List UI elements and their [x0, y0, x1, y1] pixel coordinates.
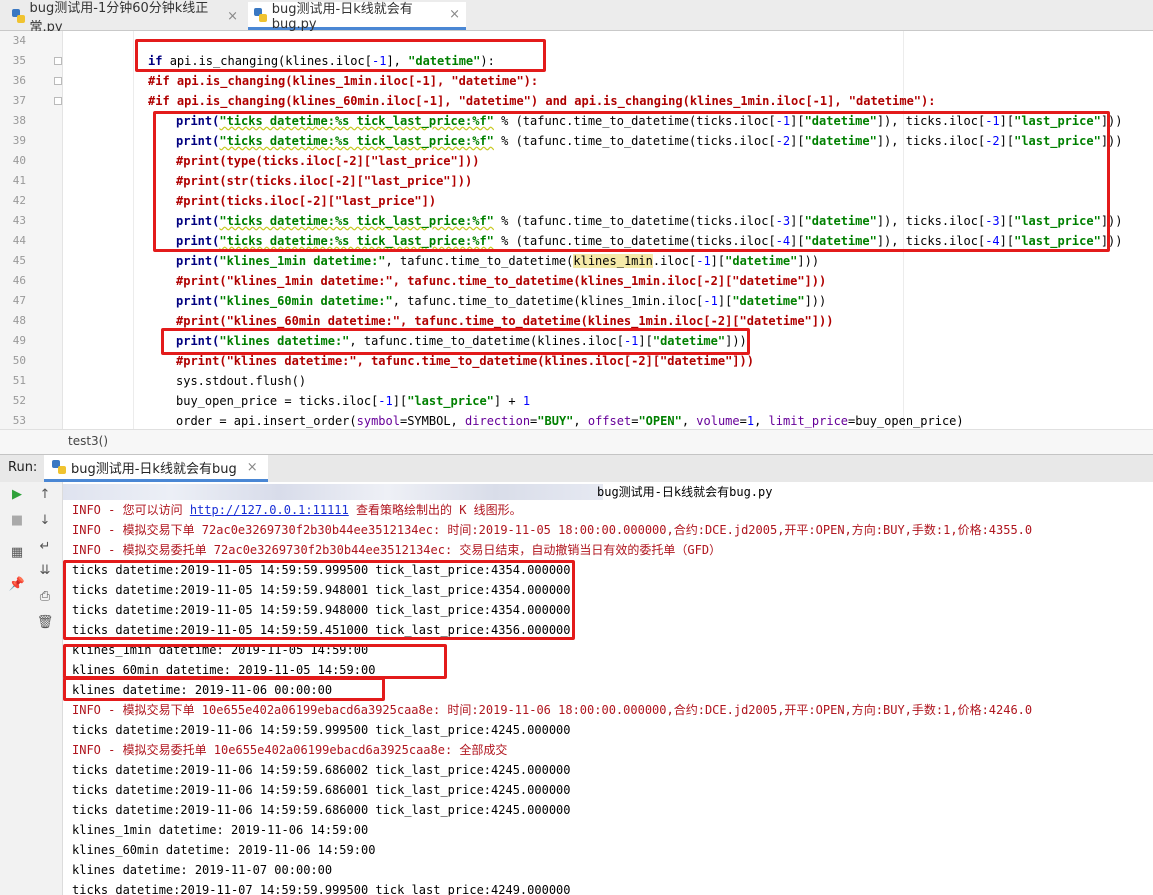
console-line: bug测试用-日k线就会有bug.py	[597, 485, 773, 499]
code-line-38: print("ticks datetime:%s tick_last_price…	[176, 114, 1123, 128]
scroll-to-end-icon[interactable]: ⇊	[36, 562, 54, 580]
line-number: 41	[12, 174, 26, 187]
code-line-49: print("klines datetime:", tafunc.time_to…	[176, 334, 747, 348]
console-output[interactable]: bug测试用-日k线就会有bug.py INFO - 您可以访问 http://…	[63, 482, 1153, 895]
python-file-icon	[254, 7, 267, 22]
stop-icon[interactable]: ■	[8, 512, 26, 530]
tab-label: bug测试用-日k线就会有bug.py	[271, 1, 413, 32]
console-line: ticks datetime:2019-11-07 14:59:59.99950…	[72, 883, 571, 895]
console-line: INFO - 模拟交易下单 72ac0e3269730f2b30b44ee351…	[72, 523, 1033, 537]
console-line: klines_1min datetime: 2019-11-05 14:59:0…	[72, 643, 369, 657]
breadcrumb-function[interactable]: test3()	[68, 434, 108, 448]
breadcrumb[interactable]: test3()	[0, 429, 1153, 454]
line-number: 53	[12, 414, 26, 427]
run-config-tab[interactable]: bug测试用-日k线就会有bug ×	[44, 455, 268, 482]
line-number: 45	[12, 254, 26, 267]
scroll-down-icon[interactable]: ↓	[36, 512, 54, 530]
line-number: 42	[12, 194, 26, 207]
line-number: 48	[12, 314, 26, 327]
run-config-label: bug测试用-日k线就会有bug	[71, 461, 237, 477]
run-icon[interactable]: ▶	[8, 486, 26, 504]
fold-marker-icon[interactable]	[54, 97, 62, 105]
line-number: 38	[12, 114, 26, 127]
code-editor[interactable]: 34 35 36 37 38 39 40 41 42 43 44 45 46 4…	[0, 31, 1153, 429]
code-line-48: #print("klines_60min datetime:", tafunc.…	[176, 314, 834, 328]
line-number: 39	[12, 134, 26, 147]
console-line: INFO - 您可以访问 http://127.0.0.1:11111 查看策略…	[72, 503, 522, 517]
code-line-36: #if api.is_changing(klines_1min.iloc[-1]…	[148, 74, 539, 88]
console-line: klines datetime: 2019-11-06 00:00:00	[72, 683, 333, 697]
print-icon[interactable]: ⎙	[36, 588, 54, 606]
line-number: 36	[12, 74, 26, 87]
code-line-40: #print(type(ticks.iloc[-2]["last_price"]…	[176, 154, 480, 168]
code-line-51: sys.stdout.flush()	[176, 374, 307, 388]
scroll-up-icon[interactable]: ↑	[36, 486, 54, 504]
console-line: ticks datetime:2019-11-05 14:59:59.45100…	[72, 623, 571, 637]
console-line: klines datetime: 2019-11-07 00:00:00	[72, 863, 333, 877]
line-number: 44	[12, 234, 26, 247]
code-line-43: print("ticks datetime:%s tick_last_price…	[176, 214, 1123, 228]
code-line-41: #print(str(ticks.iloc[-2]["last_price"])…	[176, 174, 473, 188]
code-line-53: order = api.insert_order(symbol=SYMBOL, …	[176, 414, 964, 428]
code-line-42: #print(ticks.iloc[-2]["last_price"])	[176, 194, 437, 208]
close-icon[interactable]: ×	[247, 460, 258, 475]
python-file-icon	[52, 460, 66, 474]
tab-daily-kline-file[interactable]: bug测试用-日k线就会有bug.py ×	[248, 1, 466, 32]
line-number: 46	[12, 274, 26, 287]
python-file-icon	[12, 9, 25, 23]
line-number: 35	[12, 54, 26, 67]
console-line: INFO - 模拟交易下单 10e655e402a06199ebacd6a392…	[72, 703, 1033, 717]
run-tool-window-header: Run: bug测试用-日k线就会有bug ×	[0, 454, 1153, 483]
code-line-50: #print("klines datetime:", tafunc.time_t…	[176, 354, 754, 368]
line-number: 43	[12, 214, 26, 227]
console-line: INFO - 模拟交易委托单 10e655e402a06199ebacd6a39…	[72, 743, 508, 757]
line-number: 47	[12, 294, 26, 307]
console-line: ticks datetime:2019-11-06 14:59:59.68600…	[72, 763, 571, 777]
console-line: klines_60min datetime: 2019-11-05 14:59:…	[72, 663, 376, 677]
pin-icon[interactable]: 📌	[8, 576, 26, 594]
code-line-46: #print("klines_1min datetime:", tafunc.t…	[176, 274, 827, 288]
close-icon[interactable]: ×	[227, 9, 238, 24]
redacted-path	[63, 484, 603, 500]
line-number-gutter: 34 35 36 37 38 39 40 41 42 43 44 45 46 4…	[0, 31, 63, 429]
chart-link[interactable]: http://127.0.0.1:11111	[190, 503, 349, 517]
line-number: 51	[12, 374, 26, 387]
code-line-45: print("klines_1min datetime:", tafunc.ti…	[176, 254, 820, 268]
line-number: 50	[12, 354, 26, 367]
code-line-37: #if api.is_changing(klines_60min.iloc[-1…	[148, 94, 936, 108]
code-line-39: print("ticks datetime:%s tick_last_price…	[176, 134, 1123, 148]
code-line-47: print("klines_60min datetime:", tafunc.t…	[176, 294, 827, 308]
code-line-52: buy_open_price = ticks.iloc[-1]["last_pr…	[176, 394, 531, 408]
console-line: ticks datetime:2019-11-05 14:59:59.94800…	[72, 583, 571, 597]
tab-label: bug测试用-1分钟60分钟k线正常.py	[29, 1, 209, 35]
run-label: Run:	[8, 460, 38, 475]
line-number: 37	[12, 94, 26, 107]
code-line-44: print("ticks datetime:%s tick_last_price…	[176, 234, 1123, 248]
close-icon[interactable]: ×	[449, 7, 460, 22]
console-line: ticks datetime:2019-11-05 14:59:59.99950…	[72, 563, 571, 577]
tab-1min-60min-file[interactable]: bug测试用-1分钟60分钟k线正常.py ×	[6, 1, 244, 35]
line-number: 40	[12, 154, 26, 167]
fold-marker-icon[interactable]	[54, 77, 62, 85]
console-line: ticks datetime:2019-11-06 14:59:59.68600…	[72, 803, 571, 817]
run-toolbar: ▶ ■ ▦ 📌 ↑ ↓ ↵ ⇊ ⎙ 🗑	[0, 482, 63, 895]
console-line: INFO - 模拟交易委托单 72ac0e3269730f2b30b44ee35…	[72, 543, 722, 557]
editor-tab-bar: bug测试用-1分钟60分钟k线正常.py × bug测试用-日k线就会有bug…	[0, 0, 1153, 35]
console-line: klines_60min datetime: 2019-11-06 14:59:…	[72, 843, 376, 857]
code-line-35: if api.is_changing(klines.iloc[-1], "dat…	[148, 54, 495, 68]
console-line: klines_1min datetime: 2019-11-06 14:59:0…	[72, 823, 369, 837]
line-number: 49	[12, 334, 26, 347]
layout-icon[interactable]: ▦	[8, 544, 26, 562]
line-number: 52	[12, 394, 26, 407]
console-line: ticks datetime:2019-11-06 14:59:59.99950…	[72, 723, 571, 737]
fold-marker-icon[interactable]	[54, 57, 62, 65]
indent-guide	[133, 31, 134, 429]
soft-wrap-icon[interactable]: ↵	[36, 538, 54, 556]
trash-icon[interactable]: 🗑	[36, 614, 54, 632]
console-line: ticks datetime:2019-11-05 14:59:59.94800…	[72, 603, 571, 617]
line-number: 34	[12, 34, 26, 47]
console-line: ticks datetime:2019-11-06 14:59:59.68600…	[72, 783, 571, 797]
